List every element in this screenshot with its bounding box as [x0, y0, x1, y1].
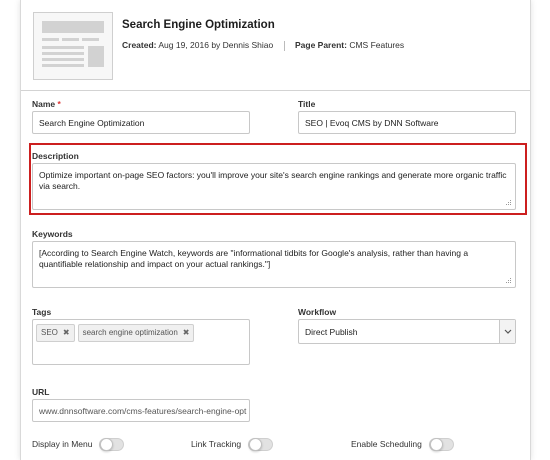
page-settings-panel: Search Engine Optimization Created: Aug … [20, 0, 531, 460]
tag-label: search engine optimization [82, 328, 178, 337]
created-label: Created: [122, 40, 157, 50]
page-parent-value: CMS Features [349, 40, 405, 50]
name-label: Name * [32, 99, 61, 109]
url-field[interactable]: www.dnnsoftware.com/cms-features/search-… [32, 399, 250, 422]
tags-label: Tags [32, 307, 52, 317]
created-value: Aug 19, 2016 by Dennis Shiao [158, 40, 274, 50]
display-in-menu-toggle[interactable] [99, 438, 124, 451]
page-meta: Created: Aug 19, 2016 by Dennis Shiao Pa… [122, 40, 404, 51]
title-label: Title [298, 99, 316, 109]
keywords-field[interactable]: [According to Search Engine Watch, keywo… [32, 241, 516, 288]
toggle-knob [430, 438, 443, 451]
description-label: Description [32, 151, 79, 161]
url-label: URL [32, 387, 50, 397]
remove-tag-icon[interactable]: ✖ [183, 328, 190, 337]
remove-tag-icon[interactable]: ✖ [63, 328, 70, 337]
tags-field[interactable]: SEO ✖ search engine optimization ✖ [32, 319, 250, 365]
display-in-menu-label: Display in Menu [32, 439, 93, 449]
title-field[interactable]: SEO | Evoq CMS by DNN Software [298, 111, 516, 134]
resize-grip-icon[interactable] [505, 277, 512, 284]
tag-chip: SEO ✖ [36, 324, 75, 342]
toggle-knob [100, 438, 113, 451]
resize-grip-icon[interactable] [505, 199, 512, 206]
link-tracking-toggle[interactable] [248, 438, 273, 451]
tag-chip: search engine optimization ✖ [77, 324, 195, 342]
keywords-label: Keywords [32, 229, 73, 239]
workflow-value: Direct Publish [305, 327, 358, 337]
keywords-text: [According to Search Engine Watch, keywo… [39, 248, 469, 269]
workflow-select[interactable]: Direct Publish [298, 319, 516, 344]
enable-scheduling-label: Enable Scheduling [351, 439, 422, 449]
description-field[interactable]: Optimize important on-page SEO factors: … [32, 163, 516, 210]
name-label-text: Name [32, 99, 56, 109]
link-tracking-label: Link Tracking [191, 439, 242, 449]
page-thumbnail [33, 12, 113, 80]
page-header: Search Engine Optimization Created: Aug … [21, 0, 530, 91]
name-field[interactable]: Search Engine Optimization [32, 111, 250, 134]
toggle-knob [249, 438, 262, 451]
chevron-down-icon[interactable] [499, 320, 515, 343]
page-title: Search Engine Optimization [122, 19, 275, 31]
description-text: Optimize important on-page SEO factors: … [39, 170, 507, 191]
enable-scheduling-toggle[interactable] [429, 438, 454, 451]
workflow-label: Workflow [298, 307, 337, 317]
meta-divider [283, 40, 285, 51]
tag-label: SEO [41, 328, 58, 337]
page-parent-label: Page Parent: [294, 40, 347, 50]
required-marker: * [57, 99, 61, 109]
